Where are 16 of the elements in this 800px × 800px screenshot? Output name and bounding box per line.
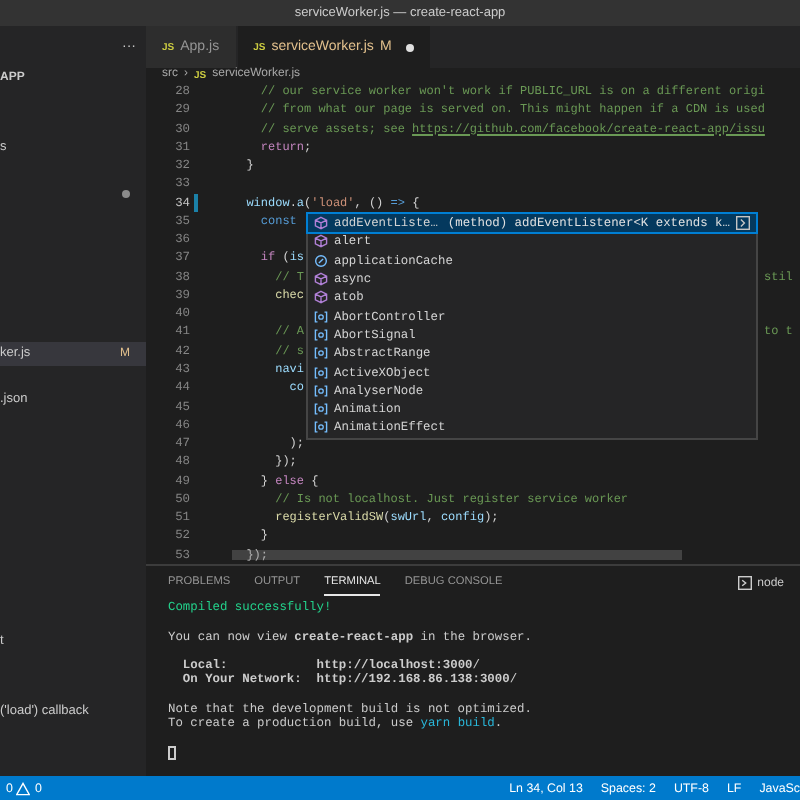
- variable-icon: [314, 383, 328, 398]
- variable-icon: [314, 327, 328, 342]
- warning-icon[interactable]: [16, 781, 31, 795]
- method-icon: [314, 272, 328, 287]
- method-icon: [314, 290, 328, 305]
- variable-icon: [314, 402, 328, 417]
- variable-icon: [314, 420, 328, 435]
- terminal-icon: [737, 576, 752, 590]
- method-icon: [314, 216, 328, 231]
- method-icon: [314, 234, 328, 249]
- modified-dot: [122, 189, 130, 198]
- variable-icon: [314, 346, 328, 361]
- horizontal-scrollbar[interactable]: [232, 550, 682, 560]
- variable-icon: [314, 365, 328, 380]
- chevron-icon[interactable]: [736, 216, 750, 231]
- variable-icon: [314, 309, 328, 324]
